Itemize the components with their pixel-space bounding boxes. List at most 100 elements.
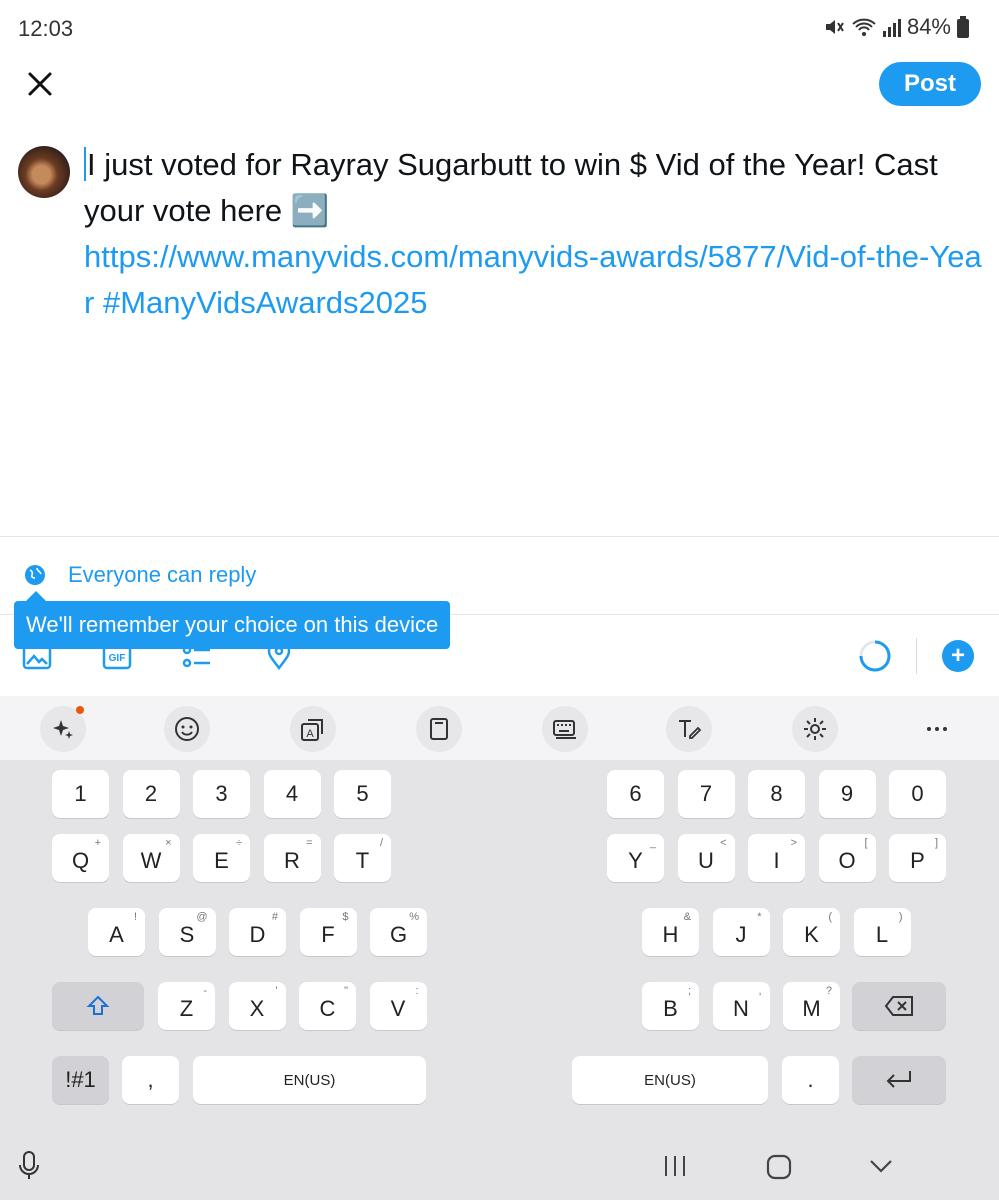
key-label: Y <box>628 848 643 873</box>
mute-icon <box>823 16 845 38</box>
key-6[interactable]: 6 <box>607 770 664 818</box>
post-button[interactable]: Post <box>879 62 981 106</box>
keyboard-mode-button[interactable] <box>542 706 588 752</box>
close-icon <box>28 72 52 96</box>
key-a[interactable]: A! <box>88 908 145 956</box>
key-k[interactable]: K( <box>783 908 840 956</box>
svg-text:GIF: GIF <box>109 653 126 664</box>
translate-button[interactable]: A <box>290 706 336 752</box>
key-label: 9 <box>840 781 854 806</box>
key-f[interactable]: F $ <box>299 908 357 956</box>
key-symbol: = <box>306 837 313 849</box>
home-icon <box>766 1154 792 1180</box>
key-7[interactable]: 7 <box>677 770 735 818</box>
space-key-left[interactable]: EN(US) <box>193 1056 426 1104</box>
key-symbol: + <box>94 837 101 849</box>
key-4[interactable]: 4 <box>263 770 321 818</box>
space-key-right-label: EN(US) <box>644 1071 696 1089</box>
key-m[interactable]: M? <box>783 982 840 1030</box>
space-key-right[interactable]: EN(US) <box>572 1056 768 1104</box>
composer-hashtag[interactable]: #ManyVidsAwards2025 <box>103 285 428 320</box>
key-v[interactable]: V: <box>369 982 427 1030</box>
keyboard-settings-button[interactable] <box>792 706 838 752</box>
key-symbol: ? <box>825 985 832 997</box>
period-key[interactable]: . <box>782 1056 839 1104</box>
key-y[interactable]: Y _ <box>607 834 664 882</box>
home-button[interactable] <box>766 1154 792 1185</box>
key-t[interactable]: T / <box>334 834 391 882</box>
more-options-button[interactable] <box>914 706 960 752</box>
emoji-button[interactable] <box>164 706 210 752</box>
period-key-label: . <box>807 1067 814 1092</box>
toolbar-separator <box>916 638 917 674</box>
key-q[interactable]: Q + <box>52 834 109 882</box>
key-j[interactable]: J * <box>712 908 770 956</box>
key-n[interactable]: N, <box>712 982 770 1030</box>
key-w[interactable]: W × <box>122 834 180 882</box>
battery-icon <box>957 16 969 38</box>
key-5[interactable]: 5 <box>334 770 391 818</box>
key-u[interactable]: U < <box>677 834 735 882</box>
wifi-icon <box>851 16 877 38</box>
ai-sparkle-button[interactable] <box>40 706 86 752</box>
voice-input-button[interactable] <box>16 1150 42 1187</box>
backspace-key[interactable] <box>852 982 946 1030</box>
keyboard-toolbar <box>0 696 999 760</box>
key-e[interactable]: E ÷ <box>193 834 250 882</box>
symbols-key[interactable]: !#1 <box>52 1056 109 1104</box>
key-x[interactable]: X ' <box>228 982 286 1030</box>
close-button[interactable] <box>22 66 58 102</box>
key-d[interactable]: D # <box>229 908 286 956</box>
key-h[interactable]: H & <box>642 908 699 956</box>
key-c[interactable]: C " <box>299 982 356 1030</box>
reply-setting-button[interactable]: Everyone can reply <box>24 562 256 588</box>
emoji-icon <box>175 717 199 741</box>
clipboard-button[interactable] <box>416 706 462 752</box>
key-p[interactable]: P] <box>889 834 946 882</box>
key-label: W <box>140 848 162 873</box>
key-2[interactable]: 2 <box>122 770 180 818</box>
key-label: 1 <box>74 781 87 806</box>
symbols-key-label: !#1 <box>65 1067 96 1092</box>
key-g[interactable]: G% <box>370 908 427 956</box>
key-3[interactable]: 3 <box>193 770 250 818</box>
add-post-button[interactable]: + <box>942 640 974 672</box>
key-l[interactable]: L) <box>853 908 911 956</box>
gear-icon <box>804 718 826 740</box>
comma-key[interactable]: , <box>122 1056 179 1104</box>
key-r[interactable]: R = <box>263 834 321 882</box>
divider <box>0 536 999 537</box>
key-8[interactable]: 8 <box>748 770 805 818</box>
keyboard-icon <box>553 720 576 739</box>
character-count-ring <box>858 639 892 673</box>
key-9[interactable]: 9 <box>818 770 876 818</box>
key-label: 2 <box>144 781 158 806</box>
key-symbol: > <box>790 837 797 849</box>
key-i[interactable]: I > <box>748 834 805 882</box>
key-0[interactable]: 0 <box>889 770 946 818</box>
key-symbol: ÷ <box>235 837 242 849</box>
key-z[interactable]: Z- <box>158 982 215 1030</box>
shift-key[interactable] <box>52 982 144 1030</box>
signal-icon <box>882 17 901 37</box>
comma-key-label: , <box>147 1067 154 1092</box>
recent-apps-button[interactable] <box>662 1154 688 1183</box>
key-b[interactable]: B; <box>642 982 699 1030</box>
hide-keyboard-button[interactable] <box>868 1156 894 1181</box>
key-label: 4 <box>285 781 299 806</box>
key-s[interactable]: S @ <box>158 908 216 956</box>
key-label: E <box>214 848 229 873</box>
avatar[interactable] <box>18 146 70 198</box>
key-1[interactable]: 1 <box>52 770 109 818</box>
key-label: X <box>249 996 265 1021</box>
sparkle-icon <box>53 720 73 739</box>
key-label: P <box>910 848 925 873</box>
key-symbol: : <box>415 985 419 997</box>
enter-key[interactable] <box>852 1056 946 1104</box>
clipboard-icon <box>430 718 448 740</box>
post-composer[interactable]: I just voted for Rayray Sugarbutt to win… <box>84 142 984 326</box>
key-o[interactable]: O[ <box>818 834 876 882</box>
handwriting-button[interactable] <box>666 706 712 752</box>
tooltip: We'll remember your choice on this devic… <box>14 601 451 649</box>
key-symbol: ) <box>898 911 903 923</box>
